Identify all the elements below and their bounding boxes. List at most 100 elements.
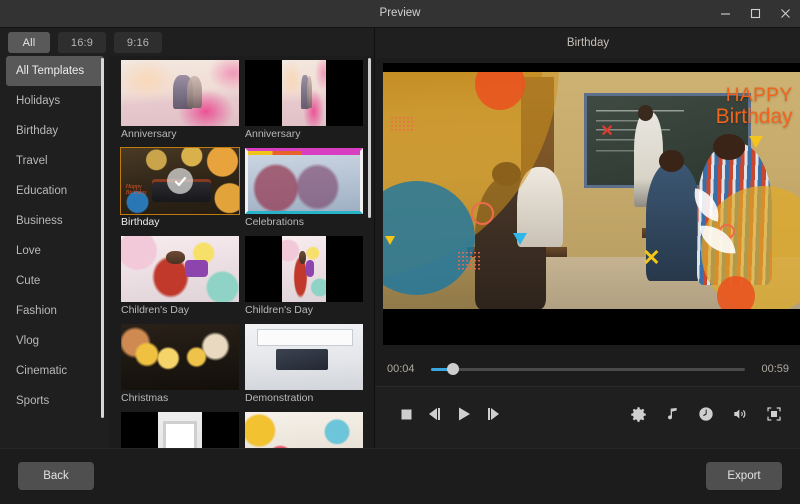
- template-label: Christmas: [121, 392, 169, 404]
- filter-tab-all[interactable]: All: [8, 32, 50, 53]
- sidebar-scrollbar[interactable]: [101, 58, 104, 418]
- back-button[interactable]: Back: [18, 462, 94, 490]
- sidebar-item-all-templates[interactable]: All Templates: [6, 56, 104, 86]
- overlay-text-line2: Birthday: [715, 104, 793, 128]
- template-card[interactable]: Anniversary: [118, 58, 242, 146]
- filter-tab-9-16[interactable]: 9:16: [114, 32, 162, 53]
- seek-slider[interactable]: [431, 362, 745, 376]
- sidebar-item-vlog[interactable]: Vlog: [6, 326, 104, 356]
- sidebar-item-label: Fashion: [16, 305, 57, 317]
- sidebar-item-love[interactable]: Love: [6, 236, 104, 266]
- scene-student-head: [713, 133, 745, 160]
- sidebar-item-business[interactable]: Business: [6, 206, 104, 236]
- sidebar-item-sports[interactable]: Sports: [6, 386, 104, 416]
- sidebar-item-label: Cinematic: [16, 365, 68, 377]
- maximize-icon: [750, 8, 760, 19]
- gear-icon: [630, 406, 646, 422]
- portrait-frame: [282, 236, 326, 302]
- seek-track: [431, 367, 745, 371]
- template-card[interactable]: [118, 410, 242, 448]
- export-button[interactable]: Export: [706, 462, 782, 490]
- template-grid-scrollbar[interactable]: [368, 58, 371, 218]
- minimize-icon: [720, 13, 730, 15]
- window-title: Preview: [379, 7, 421, 19]
- title-bar: Preview: [0, 0, 800, 28]
- aspect-ratio-filter-bar: All 16:9 9:16: [0, 28, 374, 56]
- video-stage[interactable]: ✕ ✕ HAPPY Birthday: [383, 63, 800, 345]
- stop-button[interactable]: [391, 401, 421, 427]
- filter-tab-16-9[interactable]: 16:9: [58, 32, 106, 53]
- template-card[interactable]: Anniversary: [242, 58, 366, 146]
- fullscreen-button[interactable]: [759, 401, 789, 427]
- overlay-yellow-triangle: [748, 135, 763, 148]
- maximize-button[interactable]: [740, 0, 770, 27]
- template-card[interactable]: Christmas: [118, 322, 242, 410]
- sidebar-item-label: Cute: [16, 275, 41, 287]
- template-card[interactable]: Children's Day: [118, 234, 242, 322]
- portrait-frame: [158, 412, 202, 448]
- video-frame: ✕ ✕ HAPPY Birthday: [383, 72, 800, 309]
- music-note-icon: [668, 408, 677, 420]
- music-button[interactable]: [657, 401, 687, 427]
- fullscreen-icon: [767, 407, 781, 421]
- selected-check-badge: [167, 168, 193, 194]
- template-label: Demonstration: [245, 392, 314, 404]
- template-label: Celebrations: [245, 216, 304, 228]
- sidebar-item-cute[interactable]: Cute: [6, 266, 104, 296]
- sidebar-item-label: Business: [16, 215, 63, 227]
- stop-icon: [401, 409, 411, 419]
- sidebar-item-label: Vlog: [16, 335, 40, 347]
- play-button[interactable]: [449, 401, 479, 427]
- sidebar-item-label: Holidays: [16, 95, 61, 107]
- overlay-red-x: ✕: [600, 123, 614, 141]
- category-sidebar: All Templates Holidays Birthday Travel E…: [0, 56, 110, 448]
- next-frame-button[interactable]: [479, 401, 509, 427]
- previous-frame-icon: [429, 408, 440, 420]
- preview-template-title: Birthday: [375, 28, 800, 58]
- template-label: Children's Day: [245, 304, 313, 316]
- preview-window: Preview All 16:9 9:16 All Templates Holi…: [0, 0, 800, 504]
- sidebar-item-label: Love: [16, 245, 41, 257]
- template-card[interactable]: [242, 410, 366, 448]
- close-button[interactable]: [770, 0, 800, 27]
- volume-button[interactable]: [725, 401, 755, 427]
- template-card[interactable]: Children's Day: [242, 234, 366, 322]
- template-artwork: [121, 236, 239, 302]
- template-thumbnail: [121, 60, 239, 126]
- template-card[interactable]: Demonstration: [242, 322, 366, 410]
- template-label: Birthday: [121, 216, 160, 228]
- overlay-text-line1: HAPPY: [725, 85, 793, 107]
- sidebar-item-holidays[interactable]: Holidays: [6, 86, 104, 116]
- template-thumbnail: [121, 324, 239, 390]
- sidebar-item-travel[interactable]: Travel: [6, 146, 104, 176]
- sidebar-item-cinematic[interactable]: Cinematic: [6, 356, 104, 386]
- total-time-label: 00:59: [761, 362, 789, 375]
- sidebar-item-label: Birthday: [16, 125, 59, 137]
- minimize-button[interactable]: [710, 0, 740, 27]
- template-thumbnail: [245, 324, 363, 390]
- overlay-cyan-triangle: [512, 233, 527, 246]
- settings-button[interactable]: [623, 401, 653, 427]
- close-icon: [780, 9, 790, 18]
- template-artwork: [245, 148, 363, 214]
- sidebar-item-education[interactable]: Education: [6, 176, 104, 206]
- template-card-selected[interactable]: Happy Birthday Birthday: [118, 146, 242, 234]
- scene-teacher-head: [637, 105, 654, 121]
- overlay-orange-dot: [717, 275, 755, 309]
- seek-handle[interactable]: [446, 362, 459, 375]
- sidebar-item-label: Sports: [16, 395, 50, 407]
- template-artwork: [121, 60, 239, 126]
- playback-timeline: 00:04 00:59: [375, 351, 800, 386]
- template-artwork: [282, 236, 326, 302]
- template-label: Anniversary: [121, 128, 177, 140]
- template-label: Children's Day: [121, 304, 189, 316]
- sidebar-item-fashion[interactable]: Fashion: [6, 296, 104, 326]
- duration-button[interactable]: [691, 401, 721, 427]
- clock-icon: [699, 407, 713, 421]
- sidebar-item-birthday[interactable]: Birthday: [6, 116, 104, 146]
- template-card[interactable]: Celebrations: [242, 146, 366, 234]
- previous-frame-button[interactable]: [419, 401, 449, 427]
- template-artwork: [245, 412, 363, 448]
- sidebar-item-label: Education: [16, 185, 68, 197]
- portrait-frame: [282, 60, 326, 126]
